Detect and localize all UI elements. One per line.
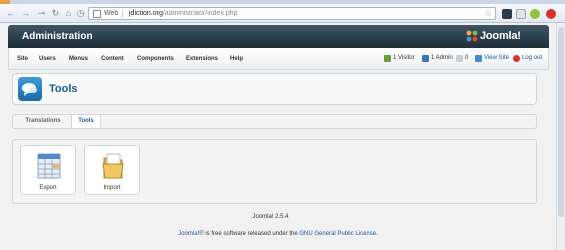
url-path: /administrator/index.php <box>162 10 238 17</box>
message-count[interactable]: 0 <box>456 54 468 63</box>
web-label: Web <box>104 10 119 17</box>
history-icon[interactable]: ◷ <box>75 8 86 19</box>
bookmark-star-icon[interactable]: ☆ <box>484 8 492 19</box>
extension-icon[interactable] <box>530 9 540 19</box>
view-site-label: View Site <box>484 55 509 61</box>
logout-label: Log out <box>522 55 543 61</box>
url-domain: jdiction.org <box>129 10 163 17</box>
admin-count: 1 Admin <box>422 54 453 63</box>
tools-content: Export Import <box>12 139 537 204</box>
tools-chat-icon <box>18 77 42 101</box>
back-icon[interactable]: ← <box>5 8 16 19</box>
extension-icon[interactable] <box>502 9 512 19</box>
main-menu-bar: Site Users Menus Content Components Exte… <box>8 48 549 70</box>
monitor-icon <box>475 55 482 62</box>
view-site-link[interactable]: View Site <box>475 54 509 63</box>
forward-icon[interactable]: → <box>20 8 31 19</box>
address-separator <box>122 10 123 18</box>
scrollbar-thumb[interactable] <box>558 27 564 217</box>
page-scrollbar[interactable] <box>556 23 565 250</box>
extension-icon[interactable] <box>546 9 556 19</box>
import-button[interactable]: Import <box>84 145 140 195</box>
export-button[interactable]: Export <box>20 145 76 195</box>
logout-link[interactable]: Log out <box>513 54 542 63</box>
license-middle: is free software released under the <box>203 231 300 237</box>
tab-translations[interactable]: Translations <box>19 115 67 128</box>
submenu-tabs: Translations Tools <box>12 114 537 129</box>
tab-tools[interactable]: Tools <box>71 115 101 128</box>
tools-title: Tools <box>49 83 78 95</box>
admin-icon <box>422 55 429 62</box>
reload-icon[interactable]: ↻ <box>50 8 61 19</box>
key-icon[interactable]: ⊸ <box>36 8 47 19</box>
message-label: 0 <box>465 55 469 61</box>
license-end: . <box>376 231 378 237</box>
version-text: Joomla! 2.5.4 <box>252 214 289 220</box>
menu-menus[interactable]: Menus <box>69 55 88 63</box>
mail-icon <box>456 55 463 62</box>
url-text[interactable]: jdiction.org/administrator/index.php <box>129 9 238 19</box>
home-icon[interactable]: ⌂ <box>63 8 74 19</box>
visitor-count: 1 Visitor <box>384 54 415 63</box>
menu-content[interactable]: Content <box>101 55 124 63</box>
gpl-link[interactable]: GNU General Public License <box>299 231 376 237</box>
extension-icon[interactable] <box>516 9 526 19</box>
logout-icon <box>513 55 520 62</box>
address-bar[interactable]: Web jdiction.org/administrator/index.php… <box>88 7 496 20</box>
page-icon <box>93 10 101 18</box>
menu-site[interactable]: Site <box>17 55 28 63</box>
speech-bubble-icon <box>22 83 37 96</box>
import-label: Import <box>103 185 121 191</box>
table-icon <box>37 153 61 179</box>
menu-users[interactable]: Users <box>39 55 56 63</box>
license-text: Joomla!® is free software released under… <box>0 230 556 238</box>
folder-icon <box>102 153 124 179</box>
joomla-logo: Joomla! <box>466 29 541 44</box>
toolbar-title-panel: Tools <box>12 73 537 105</box>
page-title: Administration <box>22 31 93 42</box>
admin-label: 1 Admin <box>431 55 453 61</box>
browser-toolbar: ← → ⊸ ↻ ⌂ ◷ Web jdiction.org/administrat… <box>0 4 565 23</box>
joomla-link[interactable]: Joomla!® <box>178 231 203 237</box>
joomla-logo-text: Joomla! <box>480 30 521 42</box>
menu-components[interactable]: Components <box>137 55 174 63</box>
joomla-logo-icon <box>466 30 478 42</box>
visitor-icon <box>384 55 391 62</box>
menu-extensions[interactable]: Extensions <box>186 55 218 63</box>
export-label: Export <box>39 185 57 191</box>
menu-help[interactable]: Help <box>230 55 243 63</box>
admin-header: Administration Joomla! <box>8 25 549 48</box>
visitor-label: 1 Visitor <box>393 55 415 61</box>
